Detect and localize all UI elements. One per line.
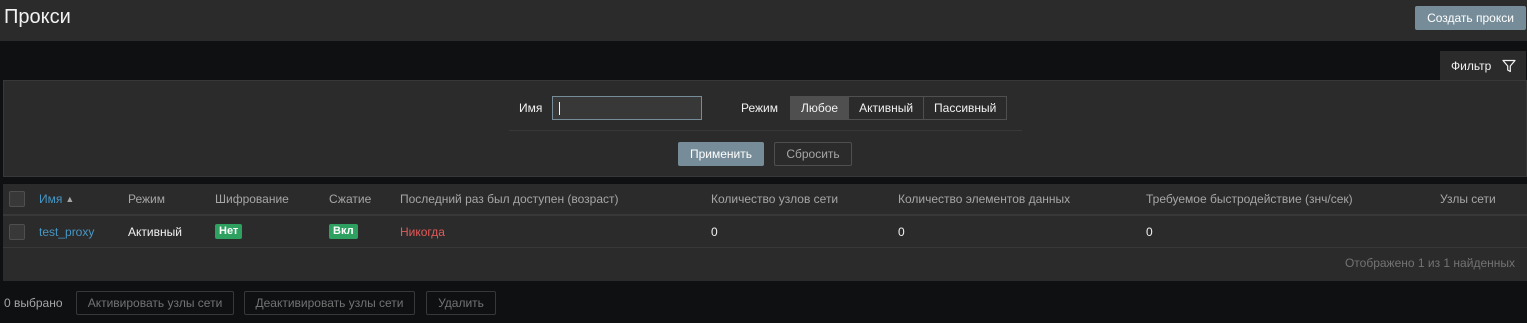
enable-hosts-button[interactable]: Активировать узлы сети [76, 291, 234, 315]
mode-option-active[interactable]: Активный [849, 97, 925, 119]
column-header-encryption: Шифрование [215, 192, 289, 206]
last-seen-value: Никогда [400, 224, 445, 239]
create-proxy-button[interactable]: Создать прокси [1415, 6, 1526, 30]
disable-hosts-button[interactable]: Деактивировать узлы сети [244, 291, 415, 315]
encryption-badge: Нет [215, 224, 243, 239]
column-header-compression: Сжатие [329, 192, 372, 206]
proxy-name-link[interactable]: test_proxy [39, 225, 94, 239]
selected-count: 0 выбрано [4, 296, 63, 310]
mode-segmented-control: Любое Активный Пассивный [790, 96, 1008, 120]
table-row: test_proxy Активный Нет Вкл Никогда 0 0 … [3, 216, 1527, 248]
filter-tab[interactable]: Фильтр [1440, 51, 1526, 81]
column-header-host-count: Количество узлов сети [711, 192, 839, 206]
reset-button[interactable]: Сбросить [774, 142, 852, 166]
proxy-table: Имя ▲ Режим Шифрование Сжатие Последний … [3, 184, 1527, 281]
name-filter-label: Имя [519, 101, 543, 115]
column-header-performance: Требуемое быстродействие (знч/сек) [1146, 192, 1353, 206]
page-header: Прокси Создать прокси [0, 0, 1527, 41]
filter-icon [1502, 59, 1516, 73]
table-header-row: Имя ▲ Режим Шифрование Сжатие Последний … [3, 184, 1527, 216]
delete-button[interactable]: Удалить [426, 291, 496, 315]
select-all-checkbox[interactable] [9, 191, 25, 207]
proxy-mode: Активный [128, 224, 182, 239]
text-cursor [559, 102, 560, 115]
column-header-item-count: Количество элементов данных [898, 192, 1071, 206]
sort-asc-icon: ▲ [65, 194, 75, 204]
name-filter-input[interactable] [552, 96, 702, 120]
item-count-value: 0 [898, 224, 905, 239]
row-checkbox[interactable] [9, 223, 25, 240]
table-footer-count: Отображено 1 из 1 найденных [1344, 256, 1515, 270]
host-count-value: 0 [711, 224, 718, 239]
filter-tab-label: Фильтр [1451, 59, 1492, 73]
apply-button[interactable]: Применить [678, 142, 764, 166]
mode-filter-label: Режим [741, 101, 778, 115]
action-bar: 0 выбрано Активировать узлы сети Деактив… [0, 290, 1527, 315]
mode-option-passive[interactable]: Пассивный [924, 97, 1007, 119]
page-title: Прокси [4, 6, 71, 28]
filter-panel: Имя Режим Любое Активный Пассивный Приме… [3, 80, 1527, 177]
column-header-last-seen: Последний раз был доступен (возраст) [400, 192, 619, 206]
column-header-hosts: Узлы сети [1440, 192, 1496, 206]
filter-divider [509, 130, 1022, 131]
column-header-mode: Режим [128, 192, 165, 206]
compression-badge: Вкл [329, 224, 358, 239]
performance-value: 0 [1146, 224, 1153, 239]
column-header-name[interactable]: Имя [39, 192, 62, 206]
mode-option-any[interactable]: Любое [791, 97, 850, 119]
